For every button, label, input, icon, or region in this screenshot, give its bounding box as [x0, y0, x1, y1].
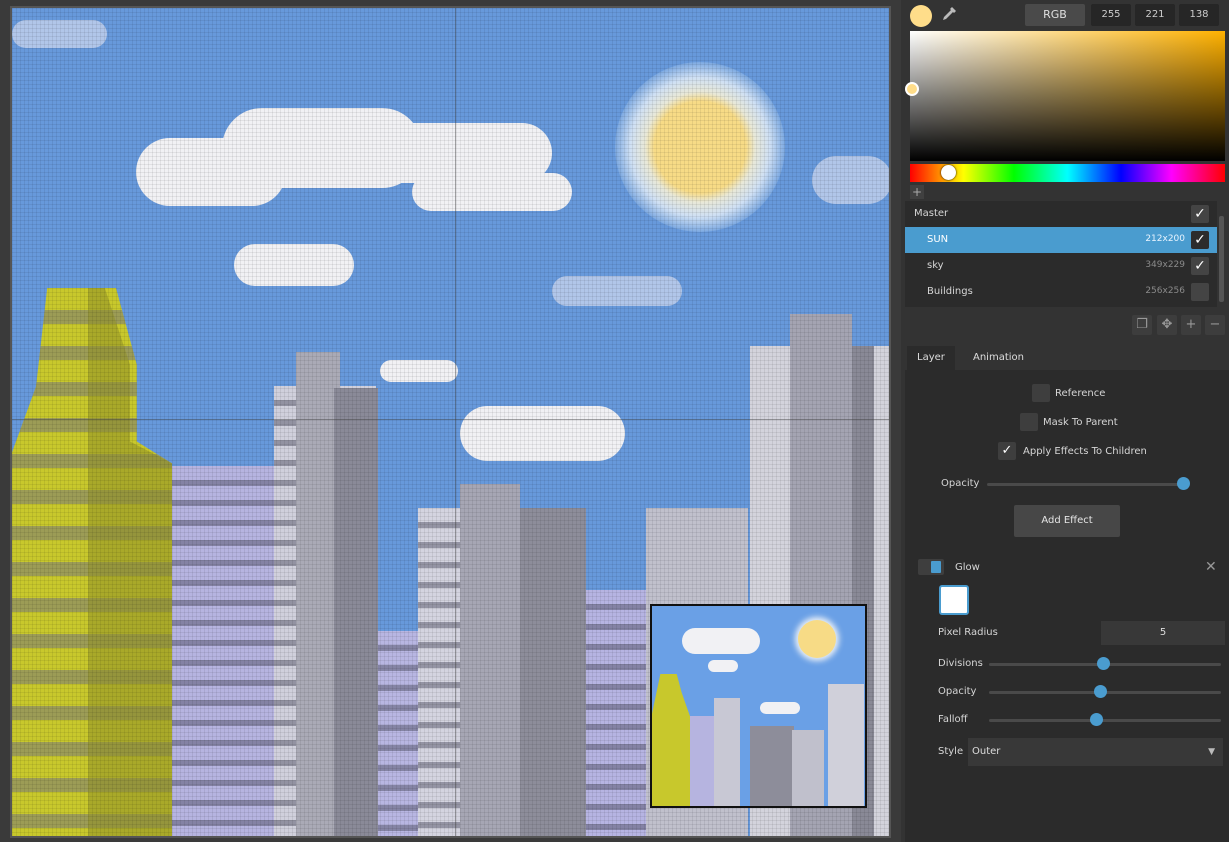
layer-size: 256x256 [1145, 286, 1185, 296]
preview-cloud [682, 628, 760, 654]
color-mode-button[interactable]: RGB [1025, 4, 1085, 26]
layer-size: 349x229 [1145, 260, 1185, 270]
style-selected-value: Outer [972, 746, 1001, 757]
current-color-swatch[interactable] [910, 5, 932, 27]
glow-enable-toggle[interactable] [918, 559, 944, 575]
building [172, 466, 274, 836]
preview-building [652, 674, 690, 806]
canvas-area [0, 0, 901, 842]
reference-checkbox[interactable] [1032, 384, 1050, 402]
layer-visibility-checkbox[interactable]: ✓ [1191, 257, 1209, 275]
preview-thumbnail[interactable] [650, 604, 867, 808]
pixel-radius-label: Pixel Radius [938, 627, 998, 638]
layer-row-master[interactable]: Master ✓ [905, 201, 1217, 227]
style-label: Style [938, 746, 964, 757]
guide-line-horizontal[interactable] [12, 419, 889, 420]
add-layer-icon[interactable]: + [1181, 315, 1201, 335]
right-panel: RGB 255 221 138 + Master ✓ SUN 212x200 ✓… [901, 0, 1229, 842]
preview-building [828, 684, 864, 806]
pixel-radius-field[interactable]: 5 [1101, 621, 1225, 645]
style-select[interactable]: Outer ▼ [968, 738, 1223, 766]
red-value-field[interactable]: 255 [1091, 4, 1131, 26]
preview-building [750, 726, 794, 806]
add-effect-button[interactable]: Add Effect [1014, 505, 1120, 537]
layer-name: Master [914, 208, 949, 219]
preview-building [792, 730, 824, 806]
move-layer-icon[interactable]: ✥ [1157, 315, 1177, 335]
eyedropper-icon[interactable] [939, 5, 959, 25]
tab-animation[interactable]: Animation [963, 346, 1034, 370]
layer-list-scrollbar[interactable] [1219, 216, 1224, 302]
hue-slider[interactable] [910, 164, 1225, 182]
cloud [412, 173, 572, 211]
preview-cloud [760, 702, 800, 714]
glow-color-swatch[interactable] [939, 585, 969, 615]
preview-building [714, 698, 740, 806]
preview-cloud [708, 660, 738, 672]
guide-line-vertical[interactable] [455, 8, 456, 836]
layer-list: Master ✓ SUN 212x200 ✓ sky 349x229 ✓ Bui… [905, 201, 1217, 307]
falloff-slider[interactable] [989, 719, 1221, 722]
apply-effects-label: Apply Effects To Children [1023, 446, 1147, 457]
layer-name: SUN [927, 234, 949, 245]
opacity-slider[interactable] [987, 483, 1189, 486]
tab-layer[interactable]: Layer [907, 346, 955, 370]
close-icon[interactable]: ✕ [1205, 559, 1217, 575]
cloud [812, 156, 889, 204]
opacity-label: Opacity [941, 478, 980, 489]
preview-building [690, 716, 716, 806]
layer-row-sky[interactable]: sky 349x229 ✓ [905, 253, 1217, 279]
green-value-field[interactable]: 221 [1135, 4, 1175, 26]
falloff-slider-knob[interactable] [1089, 713, 1103, 726]
cloud [380, 360, 458, 382]
building-roof [460, 484, 520, 836]
add-swatch-button[interactable]: + [910, 185, 924, 199]
layer-visibility-checkbox[interactable]: ✓ [1191, 205, 1209, 223]
layer-name: sky [927, 260, 944, 271]
apply-effects-checkbox[interactable]: ✓ [998, 442, 1016, 460]
reference-label: Reference [1055, 388, 1106, 399]
chevron-down-icon: ▼ [1208, 747, 1215, 757]
layer-name: Buildings [927, 286, 973, 297]
divisions-slider-knob[interactable] [1096, 657, 1110, 670]
building [586, 590, 646, 836]
saturation-value-handle[interactable] [905, 82, 919, 96]
saturation-value-picker[interactable] [910, 31, 1225, 161]
duplicate-layer-icon[interactable]: ❐ [1132, 315, 1152, 335]
layer-visibility-checkbox[interactable] [1191, 283, 1209, 301]
hue-slider-handle[interactable] [941, 165, 956, 180]
layer-visibility-checkbox[interactable]: ✓ [1191, 231, 1209, 249]
layer-size: 212x200 [1145, 234, 1185, 244]
pixel-editor-app: RGB 255 221 138 + Master ✓ SUN 212x200 ✓… [0, 0, 1229, 842]
sun [615, 62, 785, 232]
mask-to-parent-checkbox[interactable] [1020, 413, 1038, 431]
remove-layer-icon[interactable]: − [1205, 315, 1225, 335]
mask-to-parent-label: Mask To Parent [1043, 417, 1118, 428]
divisions-label: Divisions [938, 658, 983, 669]
preview-sun [798, 620, 836, 658]
cloud [12, 20, 107, 48]
effect-opacity-label: Opacity [938, 686, 977, 697]
falloff-label: Falloff [938, 714, 968, 725]
toggle-indicator [931, 561, 941, 573]
effect-name: Glow [955, 562, 980, 573]
cloud [234, 244, 354, 286]
layer-row-sun[interactable]: SUN 212x200 ✓ [905, 227, 1217, 253]
blue-value-field[interactable]: 138 [1179, 4, 1219, 26]
cloud [460, 406, 625, 461]
building [334, 388, 378, 836]
drawing-canvas[interactable] [10, 6, 891, 838]
opacity-slider-knob[interactable] [1176, 477, 1190, 490]
layer-row-buildings[interactable]: Buildings 256x256 [905, 279, 1217, 305]
cloud [552, 276, 682, 306]
building-shadow [88, 288, 172, 836]
